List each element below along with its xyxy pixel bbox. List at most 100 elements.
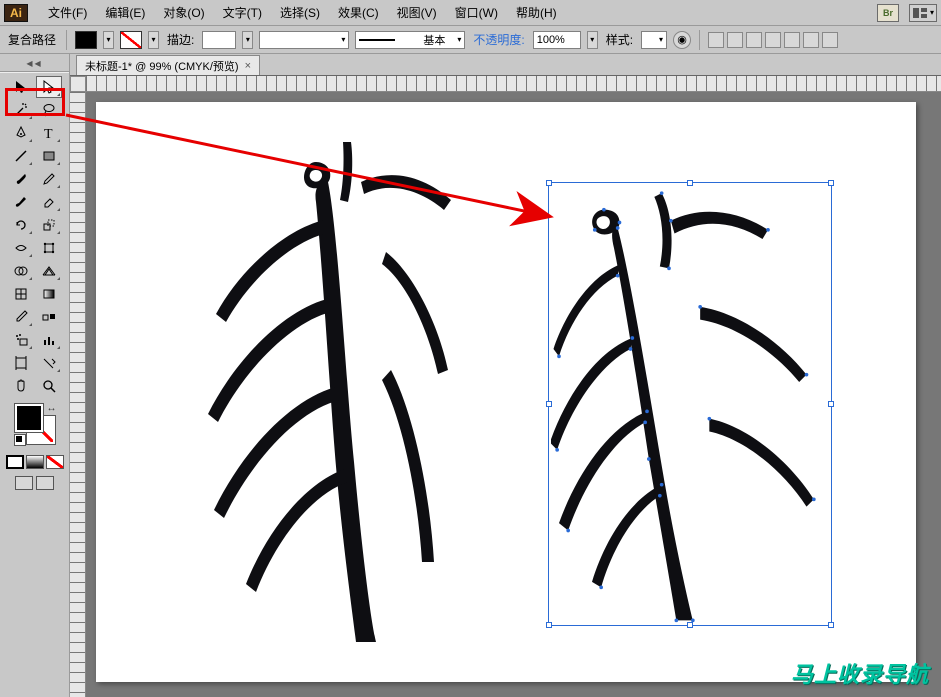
slice-tool[interactable]	[36, 352, 62, 374]
app-logo: Ai	[4, 4, 28, 22]
ruler-vertical[interactable]	[70, 92, 86, 697]
gradient-mode-icon[interactable]	[26, 455, 44, 469]
menu-edit[interactable]: 编辑(E)	[97, 1, 153, 24]
var-width-profile[interactable]: ▾	[259, 31, 349, 49]
blob-brush-tool[interactable]	[8, 191, 34, 213]
workspace: 未标题-1* @ 99% (CMYK/预览) ×	[70, 54, 941, 697]
bridge-button[interactable]: Br	[877, 4, 899, 22]
lasso-tool[interactable]	[36, 99, 62, 121]
color-mode-icon[interactable]	[6, 455, 24, 469]
column-graph-tool[interactable]	[36, 329, 62, 351]
menu-effect[interactable]: 效果(C)	[330, 1, 387, 24]
menu-help[interactable]: 帮助(H)	[508, 1, 565, 24]
artboard[interactable]	[96, 102, 916, 682]
scale-tool[interactable]	[36, 214, 62, 236]
selection-handle-se[interactable]	[828, 622, 834, 628]
paintbrush-tool[interactable]	[8, 168, 34, 190]
tool-panel: ◀◀ T	[0, 54, 70, 697]
watermark: 马上收录导航	[791, 657, 929, 689]
magic-wand-tool[interactable]	[8, 99, 34, 121]
align-top-icon[interactable]	[765, 32, 781, 48]
selection-handle-w[interactable]	[546, 401, 552, 407]
canvas[interactable]	[86, 92, 941, 697]
opacity-label[interactable]: 不透明度:	[471, 31, 526, 48]
artwork-left[interactable]	[156, 122, 456, 642]
none-mode-icon[interactable]	[46, 455, 64, 469]
default-fill-stroke-icon[interactable]	[14, 434, 26, 446]
brush-preset-label: 基本	[423, 32, 445, 48]
stroke-weight-input[interactable]	[202, 31, 236, 49]
fill-swatch[interactable]	[75, 31, 97, 49]
panel-collapse-handle[interactable]: ◀◀	[0, 58, 69, 68]
brush-preset[interactable]: 基本 ▾	[355, 31, 465, 49]
line-tool[interactable]	[8, 145, 34, 167]
align-right-icon[interactable]	[746, 32, 762, 48]
selection-handle-s[interactable]	[687, 622, 693, 628]
selection-bounds[interactable]	[548, 182, 832, 626]
align-group	[708, 32, 838, 48]
symbol-sprayer-tool[interactable]	[8, 329, 34, 351]
pencil-tool[interactable]	[36, 168, 62, 190]
fill-dropdown[interactable]: ▾	[103, 31, 114, 49]
menu-select[interactable]: 选择(S)	[272, 1, 328, 24]
menu-type[interactable]: 文字(T)	[215, 1, 270, 24]
options-bar: 复合路径 ▾ ▾ 描边: ▾ ▾ 基本 ▾ 不透明度: 100% ▾ 样式: ▾…	[0, 26, 941, 54]
direct-selection-tool[interactable]	[36, 76, 62, 98]
stroke-weight-dd[interactable]: ▾	[242, 31, 253, 49]
document-tab-title: 未标题-1* @ 99% (CMYK/预览)	[85, 58, 239, 74]
type-tool[interactable]: T	[36, 122, 62, 144]
opacity-input[interactable]: 100%	[533, 31, 581, 49]
selection-handle-nw[interactable]	[546, 180, 552, 186]
perspective-grid-tool[interactable]	[36, 260, 62, 282]
style-swatch[interactable]: ▾	[641, 31, 667, 49]
svg-text:T: T	[44, 127, 53, 141]
eyedropper-tool[interactable]	[8, 306, 34, 328]
opacity-dd[interactable]: ▾	[587, 31, 598, 49]
hand-tool[interactable]	[8, 375, 34, 397]
width-tool[interactable]	[8, 237, 34, 259]
brush-line-icon	[359, 39, 419, 41]
selection-tool[interactable]	[8, 76, 34, 98]
arrange-documents-button[interactable]: ▾	[909, 4, 937, 22]
zoom-tool[interactable]	[36, 375, 62, 397]
menu-object[interactable]: 对象(O)	[155, 1, 212, 24]
recolor-artwork-icon[interactable]: ◉	[673, 31, 691, 49]
align-vcenter-icon[interactable]	[784, 32, 800, 48]
document-tabbar: 未标题-1* @ 99% (CMYK/预览) ×	[70, 54, 941, 76]
stroke-dropdown[interactable]: ▾	[148, 31, 159, 49]
full-screen-icon[interactable]	[36, 476, 54, 490]
blend-tool[interactable]	[36, 306, 62, 328]
fill-stroke-indicator[interactable]: ↔	[15, 404, 55, 444]
eraser-tool[interactable]	[36, 191, 62, 213]
rotate-tool[interactable]	[8, 214, 34, 236]
selection-handle-e[interactable]	[828, 401, 834, 407]
document-tab[interactable]: 未标题-1* @ 99% (CMYK/预览) ×	[76, 55, 260, 75]
gradient-tool[interactable]	[36, 283, 62, 305]
ruler-horizontal[interactable]	[86, 76, 941, 92]
shape-builder-tool[interactable]	[8, 260, 34, 282]
selection-handle-sw[interactable]	[546, 622, 552, 628]
selection-handle-n[interactable]	[687, 180, 693, 186]
fill-indicator[interactable]	[15, 404, 43, 432]
arrange-icon	[912, 7, 928, 19]
normal-screen-icon[interactable]	[15, 476, 33, 490]
menu-view[interactable]: 视图(V)	[389, 1, 445, 24]
ruler-origin[interactable]	[70, 76, 86, 92]
rectangle-tool[interactable]	[36, 145, 62, 167]
object-type-label: 复合路径	[6, 31, 58, 48]
free-transform-tool[interactable]	[36, 237, 62, 259]
mesh-tool[interactable]	[8, 283, 34, 305]
menu-window[interactable]: 窗口(W)	[447, 1, 506, 24]
artboard-tool[interactable]	[8, 352, 34, 374]
stroke-swatch[interactable]	[120, 31, 142, 49]
close-icon[interactable]: ×	[245, 60, 251, 72]
align-bottom-icon[interactable]	[803, 32, 819, 48]
swap-fill-stroke-icon[interactable]: ↔	[47, 403, 57, 414]
stroke-label: 描边:	[165, 31, 196, 48]
selection-handle-ne[interactable]	[828, 180, 834, 186]
transform-icon[interactable]	[822, 32, 838, 48]
pen-tool[interactable]	[8, 122, 34, 144]
menu-file[interactable]: 文件(F)	[40, 1, 95, 24]
align-left-icon[interactable]	[708, 32, 724, 48]
align-hcenter-icon[interactable]	[727, 32, 743, 48]
